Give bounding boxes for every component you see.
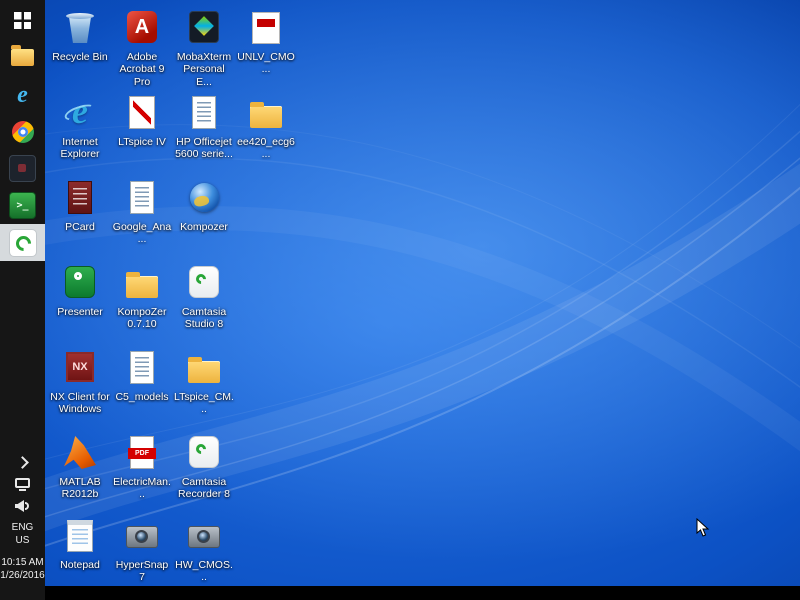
document-icon [183, 93, 225, 133]
desktop-icon-kompozer-folder[interactable]: KompoZer 0.7.10 [112, 263, 172, 331]
start-button[interactable] [0, 2, 45, 39]
desktop-icon-label: Internet Explorer [50, 136, 110, 161]
document-icon [245, 8, 287, 48]
desktop-icon-adobe-acrobat[interactable]: Adobe Acrobat 9 Pro [112, 8, 172, 88]
notepad-icon [59, 516, 101, 556]
desktop-icon-presenter[interactable]: Presenter [50, 263, 110, 318]
desktop-icon-label: LTspice IV [112, 136, 172, 148]
taskbar: ENG US 10:15 AM 1/26/2016 [0, 0, 45, 600]
desktop-icon-label: C5_models [112, 391, 172, 403]
nx-client-icon [59, 348, 101, 388]
internet-explorer-icon [11, 82, 35, 108]
chrome-button[interactable] [0, 113, 45, 150]
document-icon [121, 178, 163, 218]
desktop-icon-label: KompoZer 0.7.10 [112, 306, 172, 331]
language-indicator[interactable]: ENG US [12, 521, 34, 547]
desktop-icon-label: Camtasia Recorder 8 [174, 476, 234, 501]
taskbar-buttons [0, 0, 45, 261]
internet-explorer-button[interactable] [0, 76, 45, 113]
folder-icon [11, 49, 34, 66]
desktop-icon-ltspice-folder[interactable]: LTspice_CM... [174, 348, 234, 416]
language-line2: US [12, 534, 34, 547]
desktop-icon-label: NX Client for Windows [50, 391, 110, 416]
file-explorer-button[interactable] [0, 39, 45, 76]
desktop-icon-label: Notepad [50, 559, 110, 571]
desktop-icon-camtasia-recorder[interactable]: Camtasia Recorder 8 [174, 433, 234, 501]
desktop-icon-label: Camtasia Studio 8 [174, 306, 234, 331]
desktop-icon-label: UNLV_CMO... [236, 51, 296, 76]
folder-icon [245, 93, 287, 133]
desktop-icon-c5-models[interactable]: C5_models [112, 348, 172, 403]
pcard-icon [59, 178, 101, 218]
desktop-icon-label: Adobe Acrobat 9 Pro [112, 51, 172, 88]
desktop-icon-nx-client[interactable]: NX Client for Windows [50, 348, 110, 416]
desktop-icon-label: ElectricMan... [112, 476, 172, 501]
windows-desktop: ENG US 10:15 AM 1/26/2016 Recycle Bin Ad… [0, 0, 800, 600]
desktop-icon-label: HP Officejet 5600 serie... [174, 136, 234, 161]
desktop-icon-electricman-pdf[interactable]: ElectricMan... [112, 433, 172, 501]
camtasia-button[interactable] [0, 224, 45, 261]
globe-icon [183, 178, 225, 218]
desktop-icon-internet-explorer[interactable]: Internet Explorer [50, 93, 110, 161]
speaker-icon[interactable] [15, 500, 30, 512]
clock-date: 1/26/2016 [0, 569, 45, 582]
internet-explorer-icon [59, 93, 101, 133]
language-line1: ENG [12, 521, 34, 534]
chrome-icon [12, 121, 34, 143]
desktop-icon-label: LTspice_CM... [174, 391, 234, 416]
folder-icon [121, 263, 163, 303]
desktop-icon-pcard[interactable]: PCard [50, 178, 110, 233]
desktop-icon-label: Presenter [50, 306, 110, 318]
desktop-icon-camtasia-studio[interactable]: Camtasia Studio 8 [174, 263, 234, 331]
dark-app-button[interactable] [0, 150, 45, 187]
mouse-cursor [696, 518, 710, 538]
matlab-icon [59, 433, 101, 473]
desktop-icon-hw-cmos[interactable]: HW_CMOS... [174, 516, 234, 584]
desktop-icon-label: MATLAB R2012b [50, 476, 110, 501]
camtasia-icon [9, 229, 37, 257]
desktop-icon-hypersnap[interactable]: HyperSnap 7 [112, 516, 172, 584]
desktop-icon-recycle-bin[interactable]: Recycle Bin [50, 8, 110, 63]
desktop-icon-ee420-folder[interactable]: ee420_ecg6... [236, 93, 296, 161]
desktop-icon-google-ana[interactable]: Google_Ana... [112, 178, 172, 246]
ltspice-icon [121, 93, 163, 133]
folder-icon [183, 348, 225, 388]
desktop-icon-label: HW_CMOS... [174, 559, 234, 584]
desktop-icon-hp-officejet[interactable]: HP Officejet 5600 serie... [174, 93, 234, 161]
windows-logo-icon [14, 12, 31, 29]
desktop-icon-label: MobaXterm Personal E... [174, 51, 234, 88]
acrobat-icon [121, 8, 163, 48]
desktop-icon-notepad[interactable]: Notepad [50, 516, 110, 571]
presenter-icon [59, 263, 101, 303]
desktop-icon-kompozer[interactable]: Kompozer [174, 178, 234, 233]
clock-time: 10:15 AM [0, 556, 45, 569]
desktop-icon-label: PCard [50, 221, 110, 233]
camera-icon [183, 516, 225, 556]
letterbox-bar [0, 586, 800, 600]
dark-app-icon [9, 155, 36, 182]
mobaxterm-icon [183, 8, 225, 48]
document-icon [121, 348, 163, 388]
desktop-icon-label: Kompozer [174, 221, 234, 233]
terminal-app-button[interactable] [0, 187, 45, 224]
display-icon[interactable] [15, 478, 30, 491]
camera-icon [121, 516, 163, 556]
recycle-bin-icon [59, 8, 101, 48]
camtasia-icon [183, 263, 225, 303]
desktop-icon-label: ee420_ecg6... [236, 136, 296, 161]
desktop-icon-label: Google_Ana... [112, 221, 172, 246]
pdf-icon [121, 433, 163, 473]
desktop-icon-ltspice[interactable]: LTspice IV [112, 93, 172, 148]
clock[interactable]: 10:15 AM 1/26/2016 [0, 556, 45, 582]
terminal-icon [9, 192, 36, 219]
desktop-icon-unlv-cmos[interactable]: UNLV_CMO... [236, 8, 296, 76]
desktop-icon-matlab[interactable]: MATLAB R2012b [50, 433, 110, 501]
desktop-icon-label: Recycle Bin [50, 51, 110, 63]
desktop-icon-label: HyperSnap 7 [112, 559, 172, 584]
system-tray: ENG US 10:15 AM 1/26/2016 [0, 458, 45, 582]
desktop-icon-mobaxterm[interactable]: MobaXterm Personal E... [174, 8, 234, 88]
camtasia-icon [183, 433, 225, 473]
show-hidden-icons-chevron[interactable] [16, 456, 29, 469]
